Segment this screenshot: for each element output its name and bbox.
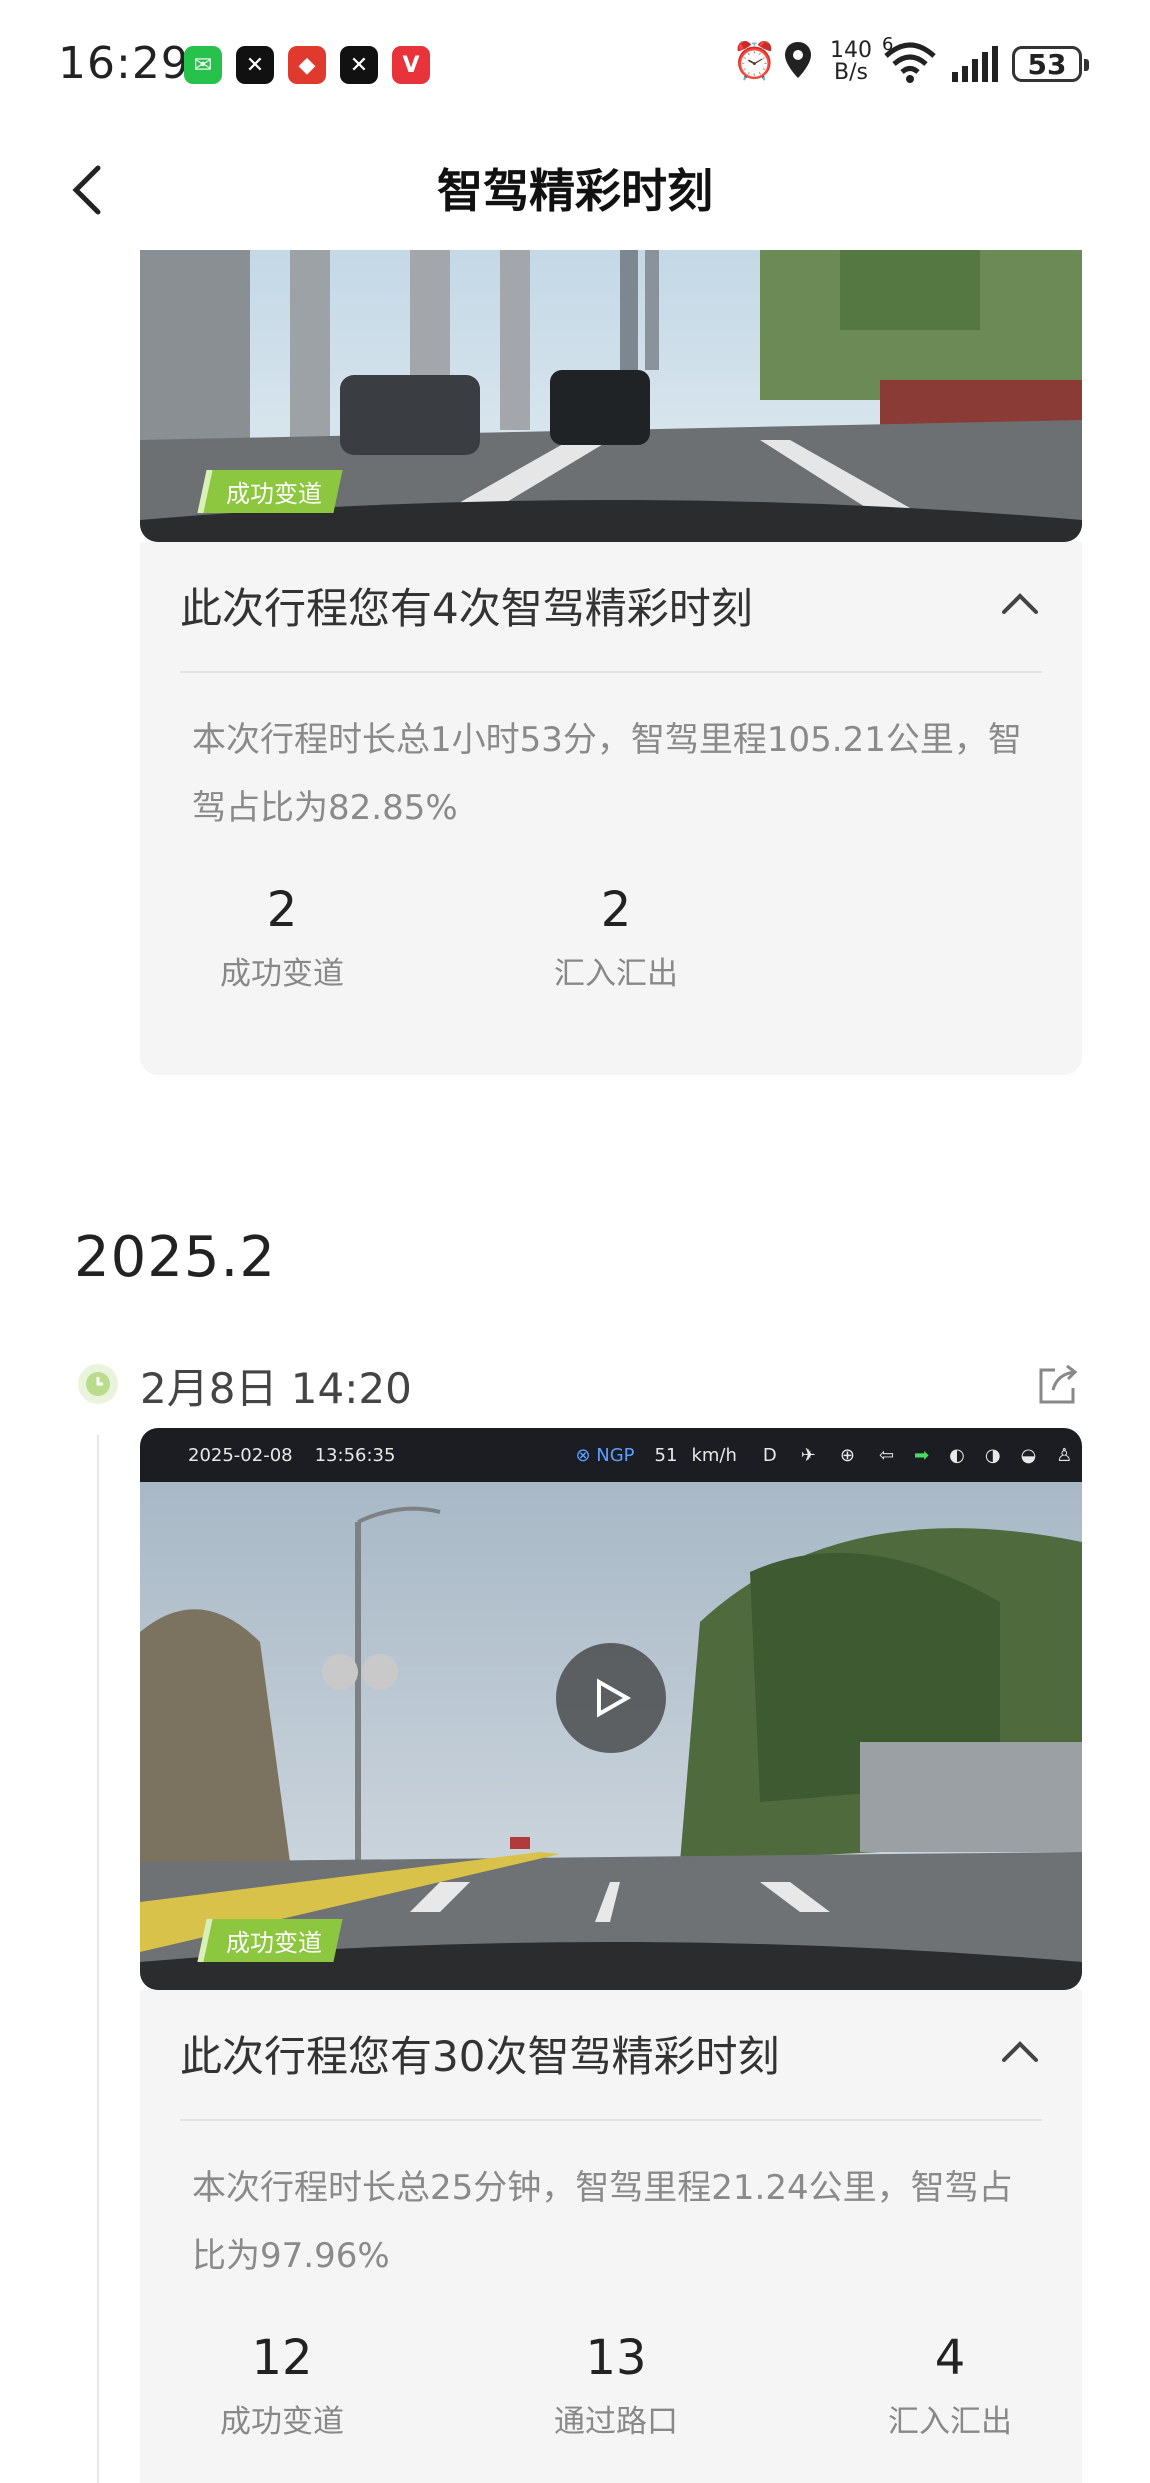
wrench-icon: ✈	[800, 1444, 816, 1466]
wifi-icon: 6	[882, 34, 938, 88]
wechat-icon: ✉	[184, 46, 222, 84]
share-icon	[1039, 1364, 1078, 1404]
divider	[180, 2119, 1042, 2121]
fog-icon: ◒	[1020, 1444, 1037, 1466]
page-title: 智驾精彩时刻	[437, 164, 713, 218]
alarm-icon: ⏰	[732, 41, 777, 82]
app-x-icon-2: ✕	[340, 46, 378, 84]
vmall-icon: V	[392, 46, 430, 84]
stat-intersection: 13 通过路口	[554, 2330, 678, 2440]
play-button[interactable]	[556, 1643, 666, 1753]
app-header: 智驾精彩时刻	[0, 130, 1150, 250]
cell-signal-icon	[950, 46, 998, 88]
ngp-icon: ⊗ NGP	[575, 1444, 635, 1466]
lights-icon: ◐	[949, 1444, 965, 1466]
turn-right-icon: ➡	[914, 1444, 930, 1466]
location-icon	[782, 40, 814, 89]
chevron-up-icon	[1002, 593, 1038, 614]
collapse-button[interactable]	[998, 582, 1042, 626]
pedestrian-icon: ♙	[1056, 1444, 1073, 1466]
status-time: 16:29	[58, 38, 190, 89]
turn-left-icon: ⇦	[878, 1444, 895, 1466]
dashcam-overlay: 2025-02-08 13:56:35 ⊗ NGP 51 km/h D ✈ ⊕ …	[140, 1428, 1082, 1482]
trip1-heading: 此次行程您有4次智驾精彩时刻	[180, 584, 753, 633]
divider	[180, 671, 1042, 673]
trip1-summary-card: 此次行程您有4次智驾精彩时刻 本次行程时长总1小时53分，智驾里程105.21公…	[140, 542, 1082, 1075]
trip1-summary-text: 本次行程时长总1小时53分，智驾里程105.21公里，智驾占比为82.85%	[192, 720, 1022, 828]
year-heading: 2025.2	[74, 1225, 276, 1290]
shopping-app-icon: ◆	[288, 46, 326, 84]
maneuver-badge: 成功变道	[197, 1919, 343, 1962]
trip2-video[interactable]: 2025-02-08 13:56:35 ⊗ NGP 51 km/h D ✈ ⊕ …	[140, 1428, 1082, 1990]
stat-merge: 4 汇入汇出	[888, 2330, 1012, 2440]
trip2-summary-text: 本次行程时长总25分钟，智驾里程21.24公里，智驾占比为97.96%	[192, 2168, 1013, 2276]
network-speed: 140 B/s	[830, 38, 872, 85]
highbeam-icon: ◑	[984, 1444, 1001, 1466]
trip2-summary-card: 此次行程您有30次智驾精彩时刻 本次行程时长总25分钟，智驾里程21.24公里，…	[140, 1990, 1082, 2483]
stat-merge: 2 汇入汇出	[554, 882, 678, 992]
maneuver-badge: 成功变道	[197, 470, 343, 513]
timeline-line	[97, 1435, 99, 2483]
stat-lane-change: 2 成功变道	[220, 882, 344, 992]
battery-indicator: 53	[1012, 46, 1089, 82]
trip2-heading: 此次行程您有30次智驾精彩时刻	[180, 2032, 780, 2081]
stat-lane-change: 12 成功变道	[220, 2330, 344, 2440]
status-bar: 16:29 ✉ ✕ ◆ ✕ V ⏰ 140 B/s 6 53	[0, 0, 1150, 130]
chevron-up-icon	[1002, 2041, 1038, 2062]
share-button[interactable]	[1035, 1362, 1081, 1408]
collapse-button[interactable]	[998, 2030, 1042, 2074]
app-x-icon: ✕	[236, 46, 274, 84]
clock-icon	[78, 1364, 118, 1404]
seatbelt-icon: ⊕	[839, 1444, 855, 1466]
trip2-date: 2月8日 14:20	[140, 1364, 412, 1413]
play-icon	[597, 1678, 632, 1718]
